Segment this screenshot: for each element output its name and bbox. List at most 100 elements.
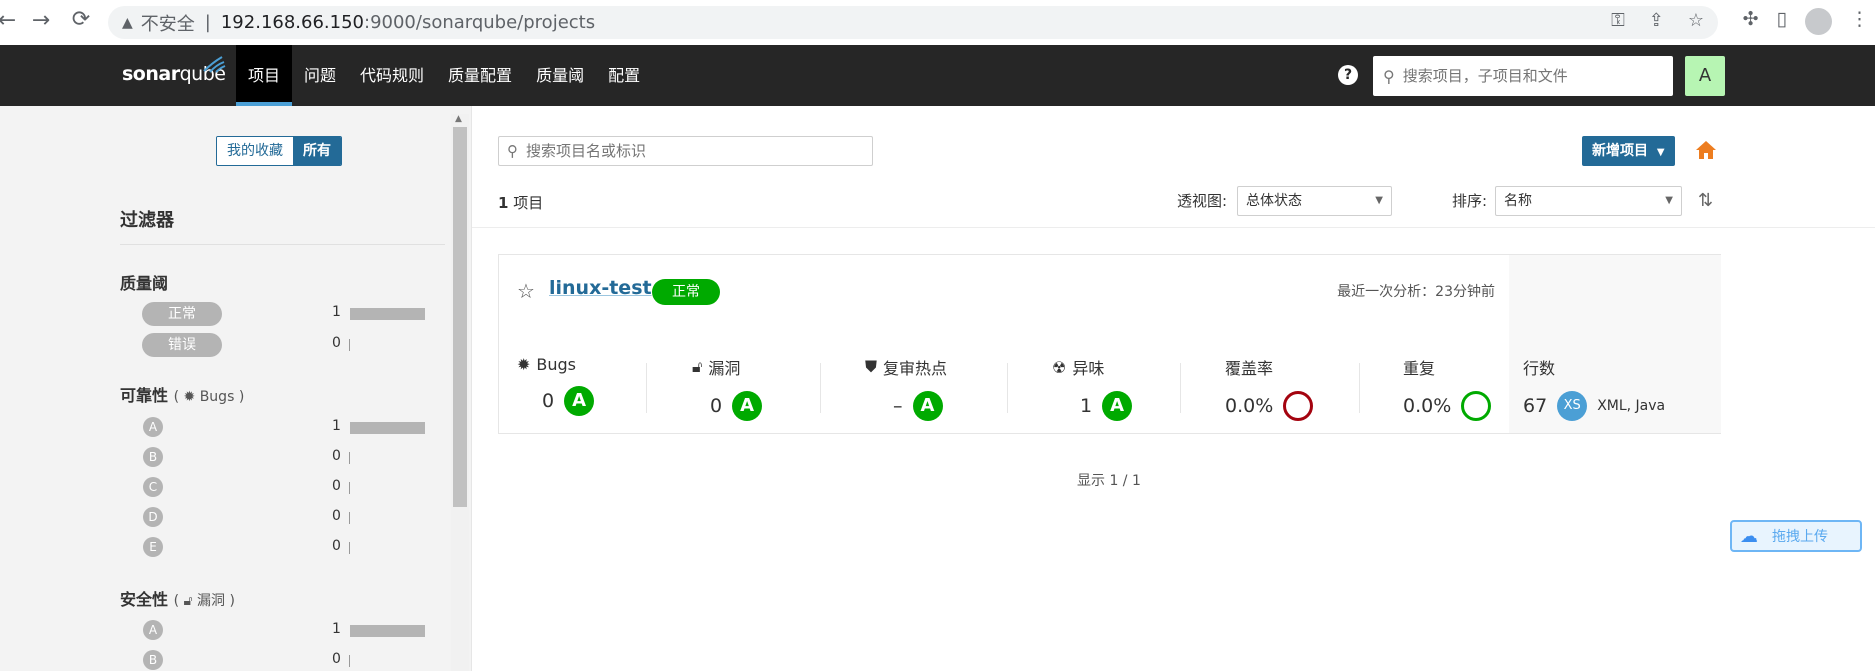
rel-rating-e[interactable]: E [143, 537, 163, 557]
toggle-all[interactable]: 所有 [293, 137, 341, 165]
nav-projects[interactable]: 项目 [236, 45, 293, 106]
key-icon[interactable]: ⚿ [1611, 10, 1625, 31]
rel-a-bar [350, 422, 425, 434]
global-search-input[interactable] [1402, 67, 1653, 85]
new-project-button[interactable]: 新增项目 ▼ [1582, 136, 1675, 166]
sec-rating-b[interactable]: B [143, 650, 163, 670]
vulns-grade: A [732, 391, 763, 421]
measure-divider [820, 363, 821, 413]
rel-rating-b[interactable]: B [143, 447, 163, 467]
reload-icon[interactable]: ⟳ [62, 7, 100, 32]
hotspots-label: 复审热点 [883, 359, 948, 378]
measure-duplications[interactable]: 重复 0.0% [1403, 355, 1492, 421]
drag-upload-widget[interactable]: ☁ 拖拽上传 [1730, 520, 1862, 552]
vulns-value: 0 [710, 395, 723, 417]
vulns-label: 漏洞 [708, 359, 741, 378]
smells-grade: A [1102, 391, 1133, 421]
reliability-title: 可靠性 [120, 386, 169, 405]
rel-rating-a[interactable]: A [143, 417, 163, 437]
menu-icon[interactable]: ⋮ [1850, 8, 1869, 35]
perspective-select[interactable]: 总体状态 ▼ [1237, 186, 1392, 216]
drag-upload-label: 拖拽上传 [1772, 529, 1828, 545]
bugs-label: Bugs [536, 355, 577, 374]
bookmark-star-icon[interactable]: ☆ [1688, 10, 1704, 31]
logo-text-bold: sonar [122, 63, 180, 85]
rel-d-bar [349, 512, 350, 524]
project-name-link[interactable]: linux-test [549, 277, 652, 299]
rel-rating-d[interactable]: D [143, 507, 163, 527]
facet-security-title: 安全性 ( 🔓︎ 漏洞 ) [120, 586, 235, 610]
main-nav: 项目 问题 代码规则 质量配置 质量阈 配置 [236, 45, 652, 106]
reliability-sub: ( ✹ Bugs ) [173, 389, 245, 405]
toggle-favorites[interactable]: 我的收藏 [217, 137, 293, 165]
measure-lines[interactable]: 行数 67 XS XML, Java [1523, 355, 1665, 421]
measure-divider [646, 363, 647, 413]
project-card: ☆ linux-test 正常 最近一次分析：23分钟前 ✹ Bugs 0A 🔓︎… [498, 254, 1721, 434]
project-search[interactable]: ⚲ [498, 136, 873, 166]
scroll-up-icon[interactable]: ▲ [455, 114, 462, 124]
bugs-grade: A [564, 386, 595, 416]
smells-label: 异味 [1072, 359, 1105, 378]
coverage-label: 覆盖率 [1225, 359, 1274, 378]
project-count-number: 1 [498, 194, 509, 212]
share-icon[interactable]: ⇪ [1649, 10, 1664, 31]
shield-icon: ⛊ [865, 357, 878, 376]
favorite-star-icon[interactable]: ☆ [517, 279, 535, 303]
help-icon[interactable]: ? [1338, 65, 1358, 85]
sort-select[interactable]: 名称 ▼ [1495, 186, 1682, 216]
measure-coverage[interactable]: 覆盖率 0.0% [1225, 355, 1314, 421]
sidepanel-icon[interactable]: ▯ [1777, 8, 1787, 35]
sec-b-count: 0 [332, 651, 341, 667]
duplications-label: 重复 [1403, 359, 1436, 378]
hotspots-grade: A [912, 391, 943, 421]
user-avatar[interactable]: A [1685, 56, 1725, 96]
rel-e-count: 0 [332, 538, 341, 554]
qg-ok-pill[interactable]: 正常 [142, 302, 222, 326]
sec-a-count: 1 [332, 621, 341, 637]
project-count: 1 项目 [498, 192, 543, 213]
sidebar-scroll-thumb[interactable] [453, 127, 467, 507]
size-badge: XS [1557, 391, 1588, 421]
measure-hotspots[interactable]: ⛊ 复审热点 – A [865, 355, 947, 421]
sort-direction-icon[interactable]: ⇅ [1698, 190, 1713, 211]
coverage-value: 0.0% [1225, 395, 1274, 417]
radiation-icon: ☢ [1052, 357, 1067, 377]
url-path: :9000/sonarqube/projects [364, 12, 596, 33]
chevron-down-icon: ▼ [1375, 195, 1383, 206]
projects-main: ⚲ 新增项目 ▼ 1 项目 透视图: 总体状态 ▼ 排序: 名称 ▼ ⇅ ☆ lin… [472, 106, 1875, 671]
rel-rating-c[interactable]: C [143, 477, 163, 497]
warning-icon[interactable]: ▲ [122, 15, 133, 31]
measure-vulnerabilities[interactable]: 🔓︎ 漏洞 0A [692, 355, 763, 421]
measure-code-smells[interactable]: ☢ 异味 1A [1052, 355, 1133, 421]
home-icon[interactable] [1694, 138, 1718, 162]
facet-quality-gate-title: 质量阈 [120, 274, 169, 293]
extensions-icon[interactable]: ✣ [1743, 8, 1759, 35]
lock-icon: 🔓︎ [183, 593, 193, 609]
measure-divider [1359, 363, 1360, 413]
chevron-down-icon: ▼ [1665, 195, 1673, 206]
forward-icon[interactable]: → [22, 8, 60, 33]
sort-value: 名称 [1504, 193, 1532, 209]
nav-issues[interactable]: 问题 [292, 45, 348, 106]
rel-b-bar [349, 452, 350, 464]
profile-icon[interactable] [1805, 8, 1832, 35]
measure-bugs[interactable]: ✹ Bugs 0A [517, 355, 595, 416]
nav-quality-profiles[interactable]: 质量配置 [436, 45, 524, 106]
hotspots-value: – [893, 395, 903, 417]
project-search-input[interactable] [526, 142, 846, 160]
sonarqube-logo[interactable]: sonarqube [122, 56, 226, 85]
qg-error-bar [349, 339, 350, 351]
filters-title: 过滤器 [120, 210, 174, 231]
address-bar[interactable]: ▲ 不安全 | 192.168.66.150:9000/sonarqube/pr… [108, 6, 1718, 39]
lock-icon: 🔓︎ [692, 357, 703, 376]
address-separator: | [204, 12, 211, 33]
nav-quality-gates[interactable]: 质量阈 [524, 45, 596, 106]
nav-rules[interactable]: 代码规则 [348, 45, 436, 106]
security-sub: ( 🔓︎ 漏洞 ) [173, 593, 235, 609]
nav-administration[interactable]: 配置 [596, 45, 652, 106]
quality-gate-badge: 正常 [652, 279, 720, 305]
smells-value: 1 [1080, 395, 1093, 417]
sec-rating-a[interactable]: A [143, 620, 163, 640]
global-search[interactable]: ⚲ [1373, 56, 1673, 96]
qg-error-pill[interactable]: 错误 [142, 333, 222, 357]
